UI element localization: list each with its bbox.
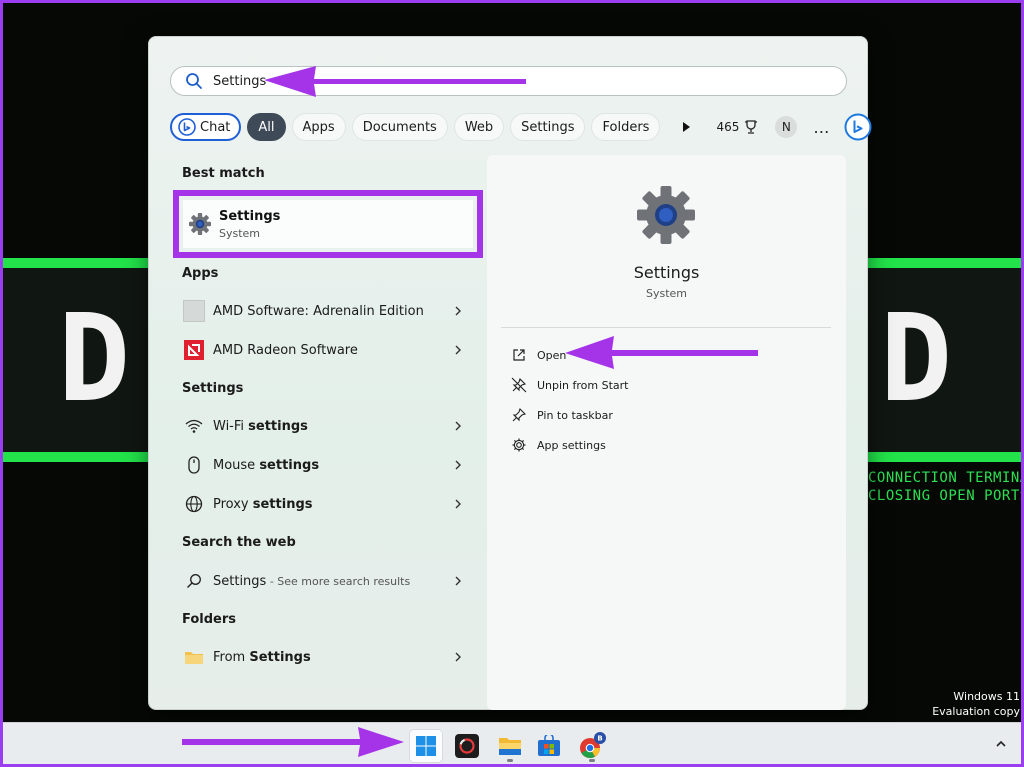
app-label: AMD Radeon Software xyxy=(213,342,358,358)
chevron-right-icon xyxy=(455,306,461,316)
setting-label: Proxy settings xyxy=(213,496,313,512)
action-label: Open xyxy=(537,348,567,362)
best-match-subtitle: System xyxy=(219,226,261,240)
trophy-icon xyxy=(745,120,758,134)
web-search-label: Settings - See more search results xyxy=(213,573,411,589)
preview-divider xyxy=(501,327,831,328)
search-input[interactable]: Settings xyxy=(213,74,266,89)
folder-label: From Settings xyxy=(213,649,311,665)
pin-icon xyxy=(512,407,527,422)
filter-bar: Chat All Apps Documents Web Settings Fol… xyxy=(170,112,872,142)
web-search-item[interactable]: Settings - See more search results xyxy=(183,568,463,594)
account-avatar[interactable]: N xyxy=(775,116,798,138)
settings-gear-icon xyxy=(189,213,211,235)
wallpaper-letter-left: D xyxy=(58,290,131,429)
section-settings: Settings xyxy=(182,381,244,396)
filter-settings[interactable]: Settings xyxy=(510,113,586,141)
chat-button[interactable]: Chat xyxy=(170,113,242,141)
filter-all[interactable]: All xyxy=(247,113,286,141)
filter-apps[interactable]: Apps xyxy=(291,113,346,141)
best-match-title: Settings xyxy=(219,208,281,224)
web-search-icon xyxy=(183,570,205,592)
points-value: 465 xyxy=(716,120,740,134)
store-icon xyxy=(538,735,560,756)
taskbar-chrome[interactable]: B xyxy=(575,729,609,763)
chrome-icon: B xyxy=(580,732,606,759)
setting-label: Mouse settings xyxy=(213,457,320,473)
preview-pane: Settings System Open Unpin from Start Pi… xyxy=(487,155,846,710)
chevron-right-icon xyxy=(455,576,461,586)
watermark-line-2: Evaluation copy xyxy=(932,705,1020,718)
open-external-icon xyxy=(513,349,525,361)
chevron-right-icon xyxy=(455,421,461,431)
rewards-points[interactable]: 465 xyxy=(716,119,759,135)
taskbar-store[interactable] xyxy=(532,729,566,763)
start-search-panel: Settings Chat All Apps Documents Web Set… xyxy=(148,36,872,710)
wallpaper-letter-right: D xyxy=(880,290,953,429)
section-folders: Folders xyxy=(182,612,237,627)
action-app-settings[interactable]: App settings xyxy=(511,435,606,455)
action-label: Unpin from Start xyxy=(537,378,629,392)
amd-adrenalin-icon xyxy=(183,300,205,322)
bing-icon[interactable] xyxy=(844,113,872,141)
chevron-right-icon xyxy=(455,345,461,355)
terminal-line-2: CLOSING OPEN PORTS xyxy=(868,488,1024,504)
setting-label: Wi-Fi settings xyxy=(213,418,308,434)
preview-subtitle: System xyxy=(645,287,688,300)
running-indicator xyxy=(589,759,595,762)
chevron-up-icon[interactable] xyxy=(994,737,1008,751)
search-icon xyxy=(186,73,202,89)
settings-item-wifi[interactable]: Wi-Fi settings xyxy=(183,413,463,439)
wifi-icon xyxy=(183,415,205,437)
app-item-amd-adrenalin[interactable]: AMD Software: Adrenalin Edition xyxy=(183,298,463,324)
terminal-line-1: CONNECTION TERMINAT xyxy=(868,470,1024,486)
filter-documents[interactable]: Documents xyxy=(351,113,448,141)
start-button[interactable] xyxy=(409,729,443,763)
taskbar: B xyxy=(0,722,1024,767)
action-label: App settings xyxy=(537,438,606,452)
record-app-icon xyxy=(455,734,479,758)
running-indicator xyxy=(507,759,513,762)
section-best-match: Best match xyxy=(182,166,265,181)
section-apps: Apps xyxy=(182,266,219,281)
chevron-right-icon xyxy=(455,499,461,509)
app-label: AMD Software: Adrenalin Edition xyxy=(213,303,424,319)
preview-title: Settings xyxy=(633,263,700,282)
best-match-highlight: Settings System xyxy=(173,190,483,258)
settings-large-gear-icon xyxy=(637,186,695,244)
app-item-amd-radeon[interactable]: AMD Radeon Software xyxy=(183,337,463,363)
taskbar-file-explorer[interactable] xyxy=(493,729,527,763)
chevron-right-icon xyxy=(455,460,461,470)
taskbar-app-obs[interactable] xyxy=(450,729,484,763)
windows-logo-icon xyxy=(416,736,436,756)
best-match-settings[interactable]: Settings System xyxy=(183,200,473,248)
chevron-right-icon xyxy=(455,652,461,662)
unpin-icon xyxy=(511,377,527,393)
folder-item[interactable]: From Settings xyxy=(183,644,463,670)
mouse-icon xyxy=(183,454,205,476)
best-match-text: Settings System xyxy=(219,209,280,240)
watermark-line-1: Windows 11 xyxy=(953,690,1020,703)
filter-folders[interactable]: Folders xyxy=(591,113,661,141)
globe-icon xyxy=(183,493,205,515)
play-icon xyxy=(683,122,691,132)
svg-text:B: B xyxy=(597,735,602,743)
more-options-button[interactable]: … xyxy=(813,118,830,137)
action-unpin-start[interactable]: Unpin from Start xyxy=(511,375,629,395)
action-pin-taskbar[interactable]: Pin to taskbar xyxy=(511,405,613,425)
amd-radeon-icon xyxy=(183,339,205,361)
bing-chat-icon xyxy=(178,118,196,136)
gear-icon xyxy=(512,438,526,452)
action-open[interactable]: Open xyxy=(511,345,566,365)
chat-label: Chat xyxy=(200,119,231,135)
filter-web[interactable]: Web xyxy=(453,113,505,141)
file-explorer-icon xyxy=(499,738,521,755)
action-label: Pin to taskbar xyxy=(537,408,613,422)
settings-item-mouse[interactable]: Mouse settings xyxy=(183,452,463,478)
section-search-web: Search the web xyxy=(182,535,296,550)
settings-item-proxy[interactable]: Proxy settings xyxy=(183,491,463,517)
more-filters-button[interactable] xyxy=(674,115,698,139)
folder-icon xyxy=(183,646,205,668)
search-box[interactable]: Settings xyxy=(170,66,847,96)
